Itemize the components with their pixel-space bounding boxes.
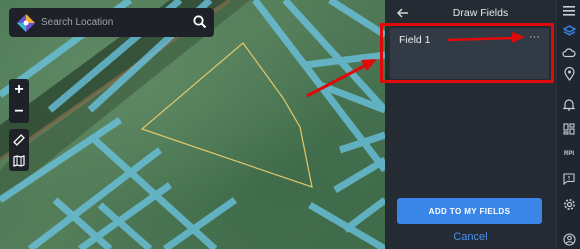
rpi-nav-button[interactable]: RPI — [561, 146, 577, 162]
cancel-button[interactable]: Cancel — [385, 231, 556, 243]
settings-icon — [563, 198, 575, 210]
search-input[interactable] — [41, 17, 191, 28]
bell-icon — [563, 98, 575, 111]
location-nav-button[interactable] — [561, 66, 577, 82]
zoom-controls: + − — [9, 79, 29, 123]
field-name: Field 1 — [399, 34, 431, 46]
chat-icon — [563, 173, 575, 185]
search-icon[interactable] — [192, 14, 208, 30]
account-nav-button[interactable] — [561, 231, 577, 247]
rpi-icon: RPI — [563, 151, 574, 157]
zoom-out-button[interactable]: − — [9, 101, 29, 123]
notifications-nav-button[interactable] — [561, 96, 577, 112]
panel-title: Draw Fields — [452, 7, 509, 19]
ruler-icon — [13, 133, 25, 146]
right-nav-rail: RPI — [556, 0, 580, 249]
layers-icon — [562, 24, 576, 36]
panel-header: Draw Fields — [385, 0, 556, 26]
account-icon — [562, 232, 576, 246]
dashboard-nav-button[interactable] — [561, 121, 577, 137]
search-bar — [9, 8, 214, 37]
map-layers-button[interactable] — [9, 150, 29, 171]
weather-nav-button[interactable] — [561, 44, 577, 60]
layers-nav-button[interactable] — [561, 23, 577, 39]
map-overlay — [0, 0, 385, 249]
more-options-button[interactable]: ··· — [529, 31, 540, 43]
app-logo-icon — [17, 13, 35, 32]
ruler-button[interactable] — [9, 129, 29, 150]
map-tools — [9, 129, 29, 171]
satellite-map[interactable]: + − — [0, 0, 385, 249]
cloud-icon — [562, 47, 576, 57]
settings-nav-button[interactable] — [561, 196, 577, 212]
draw-fields-panel: Draw Fields Field 1 ··· ADD TO MY FIELDS… — [385, 0, 556, 249]
location-pin-icon — [563, 67, 575, 81]
menu-icon — [563, 6, 575, 16]
map-icon — [13, 154, 25, 167]
chat-nav-button[interactable] — [561, 171, 577, 187]
zoom-in-button[interactable]: + — [9, 79, 29, 101]
field-list-item[interactable]: Field 1 ··· — [390, 28, 549, 79]
add-to-my-fields-button[interactable]: ADD TO MY FIELDS — [397, 198, 542, 224]
dashboard-icon — [563, 123, 575, 135]
menu-button[interactable] — [561, 3, 577, 19]
